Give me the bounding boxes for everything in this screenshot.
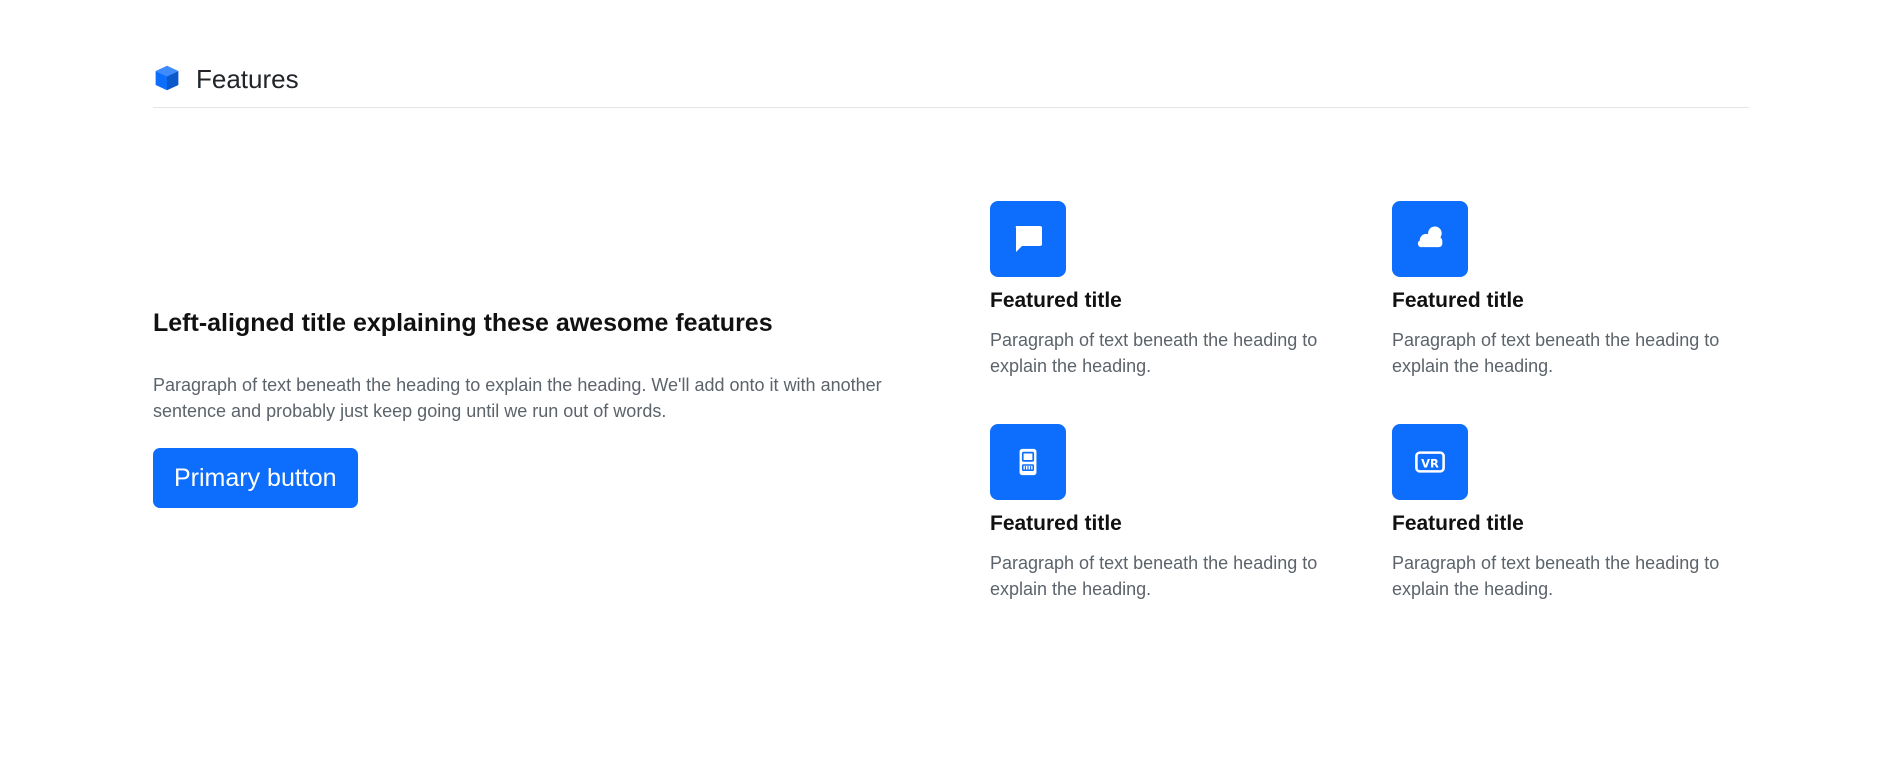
feature-item: VR Featured title Paragraph of text bene… <box>1392 424 1732 599</box>
feature-item: Featured title Paragraph of text beneath… <box>990 424 1330 599</box>
feature-icon-box <box>1392 201 1468 277</box>
feature-title: Featured title <box>1392 289 1524 312</box>
vr-icon: VR <box>1415 451 1445 473</box>
feature-text: Paragraph of text beneath the heading to… <box>990 553 1318 599</box>
vr-badge-text: VR <box>1421 457 1439 471</box>
primary-button[interactable]: Primary button <box>153 448 358 508</box>
feature-text: Paragraph of text beneath the heading to… <box>1392 330 1720 376</box>
feature-icon-box <box>990 201 1066 277</box>
intro-block: Left-aligned title explaining these awes… <box>153 305 913 508</box>
features-section: Features Left-aligned title explaining t… <box>0 0 1895 762</box>
feature-title: Featured title <box>990 289 1122 312</box>
feature-title: Featured title <box>990 512 1122 535</box>
feature-text: Paragraph of text beneath the heading to… <box>990 330 1318 376</box>
feature-icon-box: VR <box>1392 424 1468 500</box>
intro-heading: Left-aligned title explaining these awes… <box>153 309 773 337</box>
feature-item: Featured title Paragraph of text beneath… <box>990 201 1330 376</box>
intro-paragraph: Paragraph of text beneath the heading to… <box>153 375 882 421</box>
section-title: Features <box>196 64 299 94</box>
feature-text: Paragraph of text beneath the heading to… <box>1392 553 1720 599</box>
device-icon <box>1019 448 1037 476</box>
feature-icon-box <box>990 424 1066 500</box>
section-header: Features <box>153 60 1749 108</box>
feature-title: Featured title <box>1392 512 1524 535</box>
box-icon <box>155 65 179 91</box>
cloud-icon <box>1417 226 1443 248</box>
feature-item: Featured title Paragraph of text beneath… <box>1392 201 1732 376</box>
chat-icon <box>1015 226 1042 252</box>
